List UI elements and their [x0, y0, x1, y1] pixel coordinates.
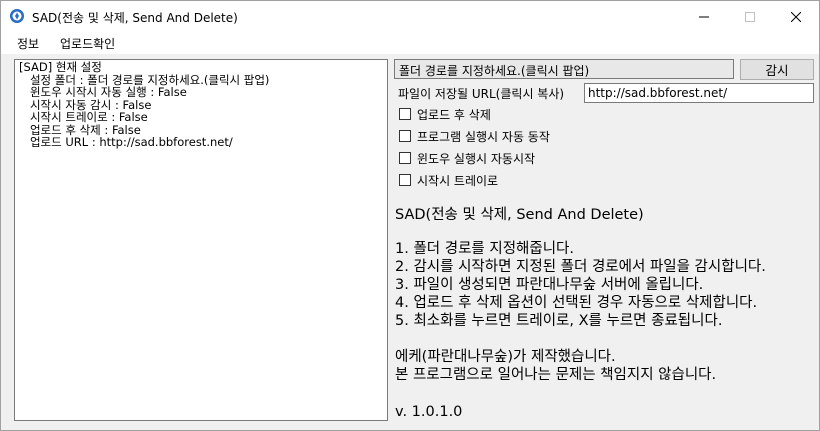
log-line: [SAD] 현재 설정	[19, 60, 102, 74]
log-line: 윈도우 시작시 자동 실행 : False	[19, 85, 187, 99]
settings-log[interactable]: [SAD] 현재 설정 설정 폴더 : 폴더 경로를 지정하세요.(클릭시 팝업…	[14, 59, 388, 421]
checkbox-label: 업로드 후 삭제	[417, 107, 491, 122]
disclaimer-line: 본 프로그램으로 일어나는 문제는 책임지지 않습니다.	[395, 367, 717, 383]
credit-line: 에케(파란대나무숲)가 제작했습니다.	[395, 349, 616, 365]
log-line: 업로드 URL : http://sad.bbforest.net/	[19, 135, 233, 149]
url-label: 파일이 저장될 URL(클릭시 복사)	[398, 87, 565, 101]
window-title: SAD(전송 및 삭제, Send And Delete)	[32, 11, 238, 25]
close-icon	[791, 11, 801, 22]
version-label: v. 1.0.1.0	[395, 404, 463, 420]
description-step: 1. 폴더 경로를 지정해줍니다.	[395, 241, 575, 257]
checkbox-label: 프로그램 실행시 자동 동작	[417, 129, 550, 144]
menu-item-upload-check[interactable]: 업로드확인	[58, 35, 117, 52]
folder-path-field[interactable]: 폴더 경로를 지정하세요.(클릭시 팝업)	[394, 59, 734, 79]
description-step: 3. 파일이 생성되면 파란대나무숲 서버에 올립니다.	[395, 277, 704, 293]
menu-item-info[interactable]: 정보	[15, 35, 41, 52]
checkbox-box[interactable]	[399, 152, 411, 164]
title-bar[interactable]: SAD(전송 및 삭제, Send And Delete)	[1, 1, 819, 32]
log-line: 시작시 트레이로 : False	[19, 110, 148, 124]
maximize-button[interactable]	[727, 1, 773, 32]
start-to-tray-checkbox[interactable]: 시작시 트레이로	[399, 172, 498, 188]
auto-run-on-start-checkbox[interactable]: 프로그램 실행시 자동 동작	[399, 128, 550, 144]
checkbox-label: 시작시 트레이로	[417, 173, 499, 188]
app-window: SAD(전송 및 삭제, Send And Delete) 정보 업로드확인 […	[0, 0, 820, 431]
menu-bar: 정보 업로드확인	[1, 32, 819, 54]
minimize-icon	[699, 16, 709, 17]
windows-autostart-checkbox[interactable]: 윈도우 실행시 자동시작	[399, 150, 535, 166]
description-step: 2. 감시를 시작하면 지정된 폴더 경로에서 파일을 감시합니다.	[395, 259, 766, 275]
minimize-button[interactable]	[681, 1, 727, 32]
checkbox-label: 윈도우 실행시 자동시작	[417, 151, 536, 166]
checkbox-box[interactable]	[399, 108, 411, 120]
description-step: 4. 업로드 후 삭제 옵션이 선택된 경우 자동으로 삭제합니다.	[395, 295, 758, 311]
description-title: SAD(전송 및 삭제, Send And Delete)	[395, 207, 644, 223]
maximize-icon	[745, 11, 755, 22]
delete-after-upload-checkbox[interactable]: 업로드 후 삭제	[399, 106, 491, 122]
monitor-button[interactable]: 감시	[740, 59, 814, 80]
description-step: 5. 최소화를 누르면 트레이로, X를 누르면 종료됩니다.	[395, 313, 723, 329]
close-button[interactable]	[773, 1, 819, 32]
checkbox-box[interactable]	[399, 130, 411, 142]
url-field[interactable]: http://sad.bbforest.net/	[584, 83, 814, 103]
app-icon	[9, 8, 25, 24]
checkbox-box[interactable]	[399, 174, 411, 186]
